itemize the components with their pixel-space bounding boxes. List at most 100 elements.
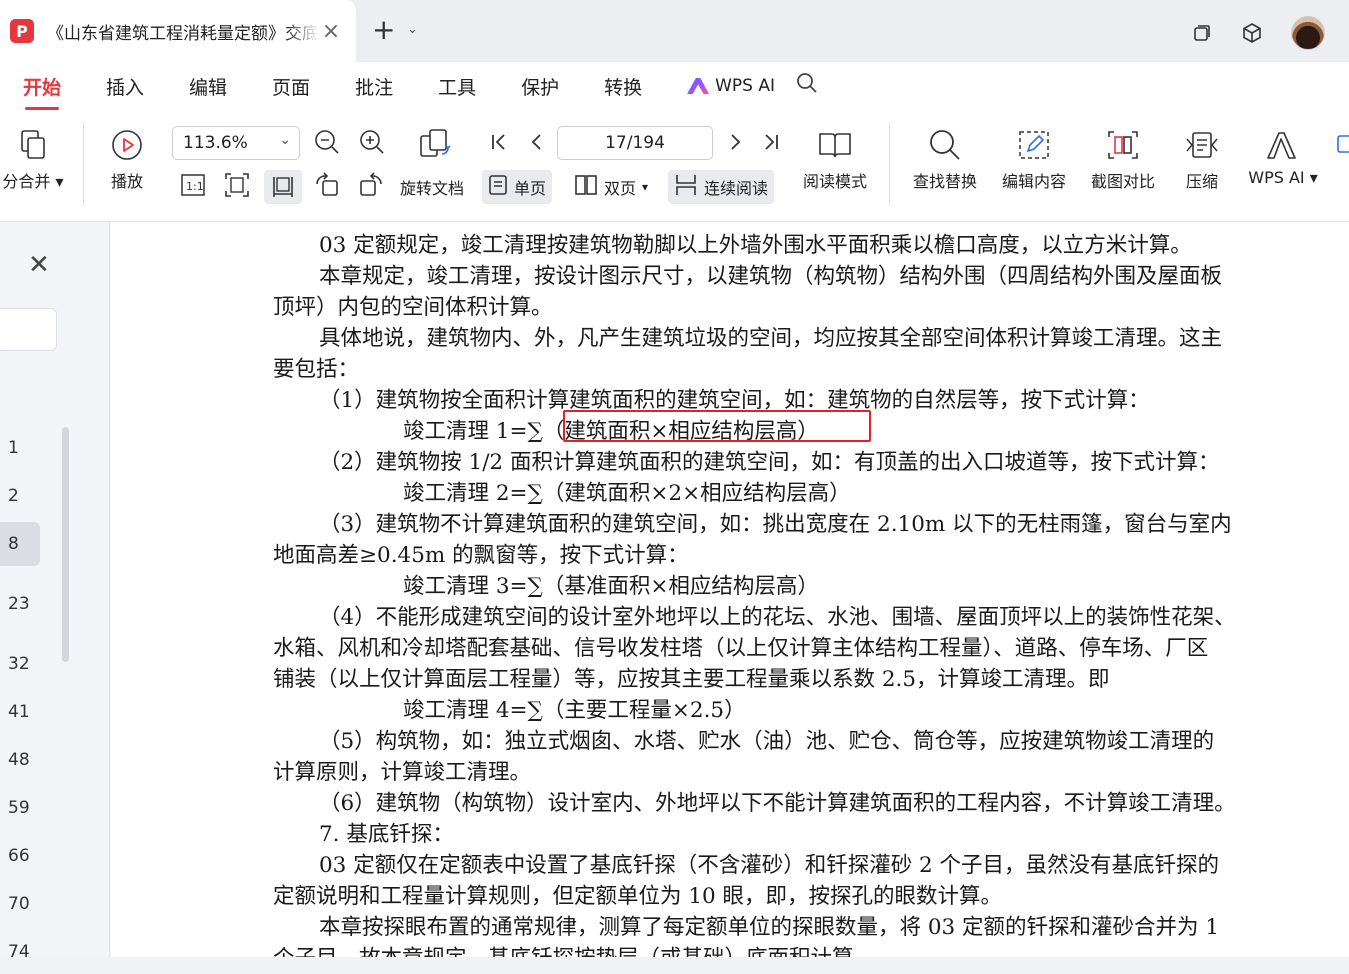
- chevron-down-icon[interactable]: ⌄: [407, 22, 418, 37]
- wps-ai-toolbar-label: WPS AI ▾: [1248, 168, 1318, 187]
- search-icon[interactable]: [795, 71, 819, 101]
- tab-bar: P 《山东省建筑工程消耗量定额》交底资料 × + ⌄: [0, 0, 1349, 62]
- toolbar-divider: [889, 122, 890, 206]
- document-tab-title[interactable]: 《山东省建筑工程消耗量定额》交底资料: [47, 19, 319, 44]
- formula-line: 竣工清理 4=∑（主要工程量×2.5）: [403, 698, 746, 723]
- actual-size-icon[interactable]: 1:1: [180, 172, 206, 204]
- sidebar-page-item[interactable]: 2: [0, 474, 40, 518]
- text-line: 定额说明和工程量计算规则，但定额单位为 10 眼，即，按探孔的眼数计算。: [273, 884, 1003, 909]
- formula-line: 竣工清理 2=∑（建筑面积×2×相应结构层高）: [403, 481, 851, 506]
- sidebar-page-item-selected[interactable]: 8: [0, 522, 40, 566]
- sidebar-page-item[interactable]: 32: [0, 642, 40, 686]
- rotate-right-icon[interactable]: [358, 172, 384, 204]
- new-tab-plus-icon[interactable]: +: [372, 16, 395, 44]
- section-heading: 7. 基底钎探：: [319, 822, 454, 847]
- menu-tools[interactable]: 工具: [438, 73, 476, 100]
- menu-home[interactable]: 开始: [23, 73, 61, 110]
- text-line: 本章按探眼布置的通常规律，测算了每定额单位的探眼数量，将 03 定额的钎探和灌砂…: [319, 915, 1220, 940]
- more-tools-icon[interactable]: [1336, 132, 1349, 164]
- zoom-value: 113.6%: [183, 133, 248, 153]
- page-number-input[interactable]: 17/194: [557, 126, 713, 160]
- close-tab-icon[interactable]: ×: [321, 19, 341, 44]
- first-page-icon[interactable]: [488, 128, 510, 162]
- wps-ai-toolbar-button[interactable]: WPS AI ▾: [1242, 128, 1324, 187]
- play-icon: [111, 128, 143, 162]
- rotate-document-icon[interactable]: [418, 128, 452, 164]
- wps-ai-label: WPS AI: [715, 76, 776, 96]
- rotate-document-button[interactable]: 旋转文档: [394, 170, 470, 204]
- menu-wps-ai[interactable]: WPS AI: [687, 76, 775, 96]
- reading-mode-button[interactable]: 阅读模式: [795, 128, 875, 192]
- text-line: 铺装（以上仅计算面层工程量）等，应按其主要工程量乘以系数 2.5，计算竣工清理。…: [273, 667, 1110, 692]
- screenshot-compare-icon: [1106, 128, 1140, 162]
- sidebar-page-item[interactable]: 59: [0, 786, 40, 830]
- pdf-app-icon: P: [10, 19, 34, 43]
- edit-content-label: 编辑内容: [1001, 172, 1066, 191]
- sidebar-page-item[interactable]: 23: [0, 582, 40, 626]
- compress-label: 压缩: [1185, 172, 1218, 191]
- sidebar-search-input[interactable]: [0, 308, 57, 351]
- chevron-down-icon: ⌄: [279, 132, 291, 148]
- zoom-out-icon[interactable]: [313, 128, 341, 162]
- fit-width-button[interactable]: [264, 170, 302, 204]
- document-tab[interactable]: P 《山东省建筑工程消耗量定额》交底资料 ×: [0, 0, 356, 62]
- page-number-value: 17/194: [605, 133, 665, 153]
- close-panel-icon[interactable]: ✕: [28, 250, 50, 280]
- menu-annotate[interactable]: 批注: [355, 73, 393, 100]
- split-merge-icon: [18, 128, 48, 162]
- edit-content-button[interactable]: 编辑内容: [995, 128, 1073, 192]
- formula-line: 竣工清理 3=∑（基准面积×相应结构层高）: [403, 574, 819, 599]
- rotate-left-icon[interactable]: [314, 172, 340, 204]
- text-line: 顶坪）内包的空间体积计算。: [273, 295, 553, 320]
- previous-page-icon[interactable]: [526, 128, 548, 162]
- text-line: （2）建筑物按 1/2 面积计算建筑面积的建筑空间，如：有顶盖的出入口坡道等，按…: [319, 450, 1220, 475]
- menu-page[interactable]: 页面: [272, 73, 310, 100]
- single-page-button[interactable]: 单页: [482, 170, 553, 204]
- play-label: 播放: [110, 172, 143, 191]
- split-merge-button[interactable]: 分合并 ▾: [0, 128, 68, 192]
- sidebar-page-item[interactable]: 74: [0, 930, 40, 974]
- sidebar-page-item[interactable]: 1: [0, 426, 40, 470]
- sidebar-page-item[interactable]: 66: [0, 834, 40, 878]
- screenshot-compare-button[interactable]: 截图对比: [1084, 128, 1162, 192]
- compress-button[interactable]: 压缩: [1173, 128, 1231, 192]
- user-avatar[interactable]: [1291, 16, 1325, 50]
- text-line: （6）建筑物（构筑物）设计室内、外地坪以下不能计算建筑面积的工程内容，不计算竣工…: [319, 791, 1236, 816]
- text-line: 03 定额仅在定额表中设置了基底钎探（不含灌砂）和钎探灌砂 2 个子目，虽然没有…: [319, 853, 1220, 878]
- menu-edit[interactable]: 编辑: [189, 73, 227, 100]
- menu-insert[interactable]: 插入: [106, 73, 144, 100]
- compress-icon: [1185, 128, 1219, 162]
- document-page[interactable]: 03 定额规定，竣工清理按建筑物勒脚以上外墙外围水平面积乘以檐口高度，以立方米计…: [111, 222, 1349, 957]
- zoom-select[interactable]: 113.6% ⌄: [172, 126, 300, 160]
- magnifier-icon: [928, 128, 962, 162]
- play-button[interactable]: 播放: [104, 128, 150, 192]
- svg-text:1:1: 1:1: [186, 180, 204, 193]
- last-page-icon[interactable]: [760, 128, 782, 162]
- double-page-label: 双页: [604, 179, 637, 198]
- window-controls: [1191, 16, 1325, 50]
- text-line: 具体地说，建筑物内、外，凡产生建筑垃圾的空间，均应按其全部空间体积计算竣工清理。…: [319, 326, 1223, 351]
- sidebar-scrollbar[interactable]: [62, 427, 69, 662]
- sidebar-page-item[interactable]: 70: [0, 882, 40, 926]
- zoom-in-icon[interactable]: [358, 128, 386, 162]
- menu-protect[interactable]: 保护: [521, 73, 559, 100]
- fit-page-icon[interactable]: [224, 172, 250, 204]
- sidebar-page-item[interactable]: 41: [0, 690, 40, 734]
- text-line: 计算原则，计算竣工清理。: [273, 760, 532, 785]
- toolbar: 分合并 ▾ 播放 113.6% ⌄ 17/194 1:1 旋转文档 单页 双页 …: [0, 110, 1349, 222]
- text-line: 水箱、风机和冷却塔配套基础、信号收发柱塔（以上仅计算主体结构工程量）、道路、停车…: [273, 636, 1209, 661]
- fit-width-icon: [273, 177, 293, 197]
- text-line: （4）不能形成建筑空间的设计室外地坪以上的花坛、水池、围墙、屋面顶坪以上的装饰性…: [319, 605, 1236, 630]
- continuous-reading-button[interactable]: 连续阅读: [668, 170, 775, 204]
- double-page-button[interactable]: 双页 ▾: [568, 170, 654, 204]
- restore-window-icon[interactable]: [1191, 22, 1213, 44]
- cube-icon[interactable]: [1241, 22, 1263, 44]
- single-page-label: 单页: [514, 179, 547, 198]
- text-line: （3）建筑物不计算建筑面积的建筑空间，如：挑出宽度在 2.10m 以下的无柱雨篷…: [319, 512, 1232, 537]
- menu-convert[interactable]: 转换: [604, 73, 642, 100]
- edit-content-icon: [1017, 128, 1051, 162]
- sidebar-page-item[interactable]: 48: [0, 738, 40, 782]
- next-page-icon[interactable]: [724, 128, 746, 162]
- find-replace-button[interactable]: 查找替换: [906, 128, 984, 192]
- text-line: 个子目。故本章规定，基底钎探按垫层（或基础）底面积计算。: [273, 941, 875, 957]
